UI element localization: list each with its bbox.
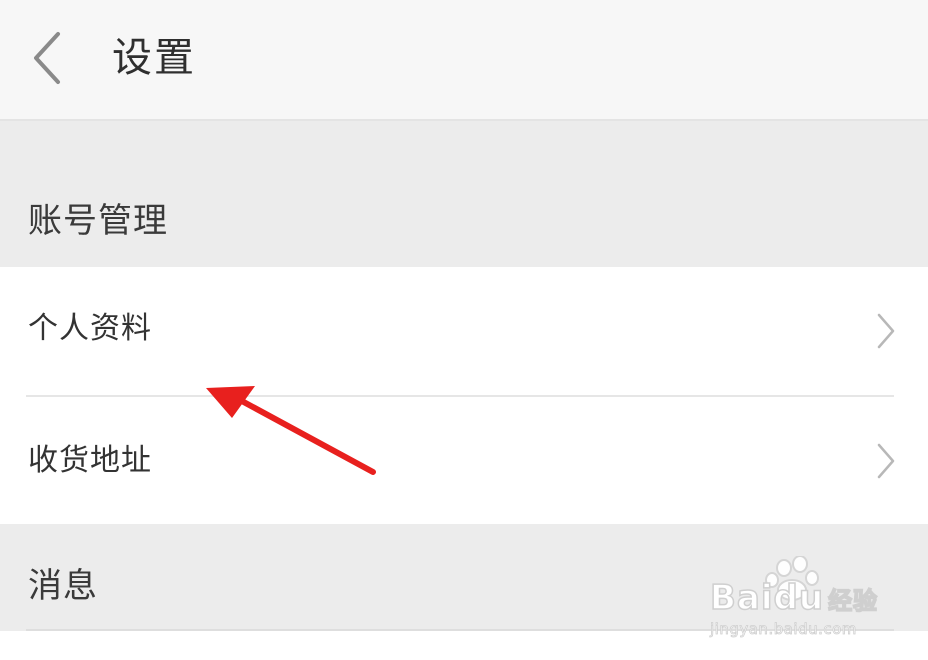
chevron-right-icon bbox=[877, 313, 895, 349]
top-nav-bar: 设置 bbox=[0, 0, 928, 121]
page-title: 设置 bbox=[112, 35, 196, 81]
section-title-messages: 消息 bbox=[28, 566, 98, 606]
list-item-label-address: 收货地址 bbox=[28, 443, 152, 478]
back-button[interactable] bbox=[24, 26, 72, 90]
section-title-account: 账号管理 bbox=[28, 201, 168, 241]
chevron-right-icon bbox=[877, 443, 895, 479]
list-item-profile[interactable]: 个人资料 bbox=[0, 267, 928, 397]
section-header-account: 账号管理 bbox=[0, 121, 928, 267]
list-group-messages-start bbox=[0, 631, 928, 660]
list-item-label-profile: 个人资料 bbox=[28, 311, 152, 346]
chevron-left-icon bbox=[34, 32, 60, 84]
section-header-messages: 消息 bbox=[0, 524, 928, 629]
list-item-address[interactable]: 收货地址 bbox=[0, 397, 928, 525]
settings-list-account: 个人资料 收货地址 bbox=[0, 267, 928, 524]
